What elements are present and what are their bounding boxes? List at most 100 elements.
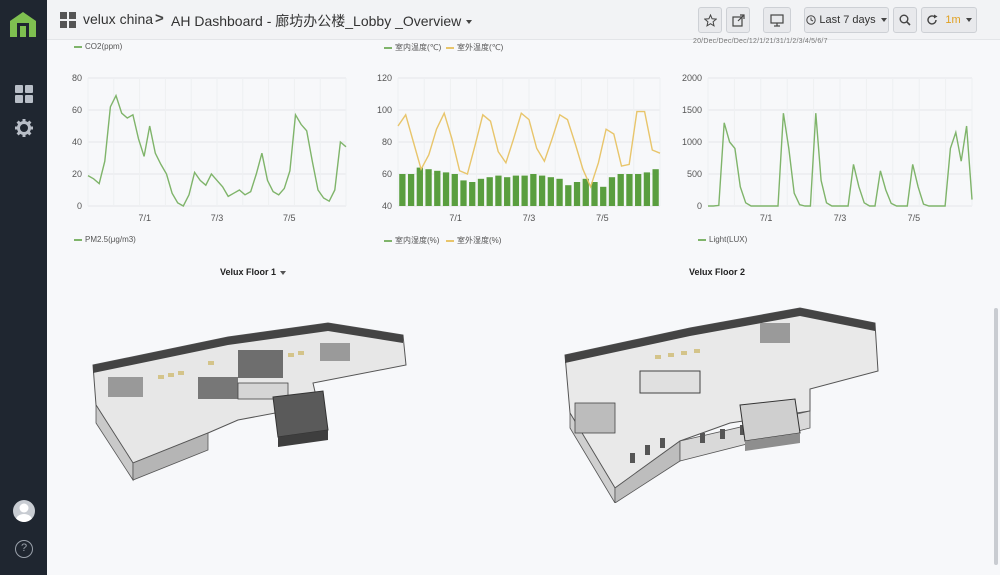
bar[interactable] — [626, 174, 633, 206]
bar[interactable] — [556, 178, 563, 206]
legend-label: 室内温度(℃) — [395, 43, 442, 52]
share-icon — [731, 13, 745, 27]
bar[interactable] — [434, 170, 441, 206]
legend-label: CO2(ppm) — [85, 42, 123, 51]
breadcrumb-org[interactable]: velux china — [83, 11, 153, 27]
legend-outdoor-humidity[interactable]: 室外湿度(%) — [446, 235, 501, 246]
bar[interactable] — [521, 175, 528, 206]
legend-indoor-temp[interactable]: 室内温度(℃) — [384, 42, 441, 53]
bar[interactable] — [547, 177, 554, 206]
bar[interactable] — [477, 178, 485, 206]
y-tick-label: 60 — [72, 105, 82, 115]
bar[interactable] — [425, 169, 432, 206]
bar[interactable] — [486, 177, 493, 206]
legend-swatch — [384, 46, 392, 49]
bar[interactable] — [608, 177, 616, 206]
x-tick-label: 7/5 — [283, 213, 296, 223]
floor1-title[interactable]: Velux Floor 1 — [220, 267, 287, 277]
y-tick-label: 80 — [72, 73, 82, 83]
floor1-3d-plan[interactable] — [88, 295, 428, 495]
avatar[interactable] — [13, 500, 35, 522]
logo-icon[interactable] — [8, 10, 38, 38]
top-navbar: velux china > AH Dashboard - 廊坊办公楼_Lobby… — [47, 0, 1000, 40]
y-tick-label: 1500 — [682, 105, 702, 115]
bar[interactable] — [460, 180, 467, 206]
y-tick-label: 2000 — [682, 73, 702, 83]
x-tick-label: 7/5 — [596, 213, 609, 223]
dashboard-title[interactable]: AH Dashboard - 廊坊办公楼_Lobby _Overview — [171, 11, 473, 31]
bar[interactable] — [565, 185, 572, 206]
bar[interactable] — [469, 182, 476, 206]
y-tick-label: 0 — [77, 201, 82, 211]
bar[interactable] — [495, 175, 502, 206]
bar[interactable] — [407, 174, 415, 206]
tv-icon — [770, 13, 784, 27]
star-icon — [703, 13, 717, 27]
tv-mode-button[interactable] — [763, 7, 791, 33]
breadcrumb-separator: > — [155, 10, 164, 27]
legend-indoor-humidity[interactable]: 室内湿度(%) — [384, 235, 439, 246]
time-range-picker[interactable]: Last 7 days — [804, 7, 889, 33]
sidebar: ? — [0, 0, 47, 575]
legend-swatch — [446, 46, 454, 49]
dashboards-icon[interactable] — [14, 84, 34, 104]
x-tick-label: 7/1 — [760, 213, 773, 223]
bar[interactable] — [512, 175, 520, 206]
legend-outdoor-temp[interactable]: 室外温度(℃) — [446, 42, 503, 53]
bar[interactable] — [617, 174, 624, 206]
bar[interactable] — [416, 167, 423, 206]
refresh-interval-label: 1m — [945, 14, 961, 26]
bar[interactable] — [643, 172, 651, 206]
x-tick-label: 7/3 — [834, 213, 847, 223]
x-tick-label: 7/3 — [211, 213, 224, 223]
y-tick-label: 1000 — [682, 137, 702, 147]
bar[interactable] — [538, 175, 546, 206]
bar[interactable] — [591, 182, 598, 206]
bar[interactable] — [652, 169, 659, 206]
help-icon[interactable]: ? — [15, 540, 33, 558]
settings-icon[interactable] — [14, 118, 34, 138]
bar[interactable] — [573, 182, 581, 206]
dashboard-title-text: AH Dashboard - 廊坊办公楼_Lobby _Overview — [171, 13, 462, 29]
y-tick-label: 60 — [382, 169, 392, 179]
zoom-out-button[interactable] — [893, 7, 917, 33]
floor2-title: Velux Floor 2 — [689, 267, 745, 277]
star-button[interactable] — [698, 7, 722, 33]
y-tick-label: 40 — [382, 201, 392, 211]
floor2-annex — [739, 398, 801, 451]
legend-swatch — [74, 238, 82, 241]
scrollbar-thumb[interactable] — [994, 308, 998, 565]
y-tick-label: 40 — [72, 137, 82, 147]
bar[interactable] — [442, 172, 450, 206]
bar[interactable] — [504, 177, 511, 206]
refresh-picker[interactable]: 1m — [921, 7, 977, 33]
chevron-down-icon — [880, 18, 887, 23]
legend-label: PM2.5(μg/m3) — [85, 235, 136, 244]
x-tick-label: 7/1 — [139, 213, 152, 223]
y-tick-label: 100 — [377, 105, 392, 115]
y-tick-label: 120 — [377, 73, 392, 83]
bar[interactable] — [600, 186, 607, 206]
share-button[interactable] — [726, 7, 750, 33]
y-tick-label: 20 — [72, 169, 82, 179]
legend-swatch — [698, 238, 706, 241]
panel-faded-header: 20/Dec/Dec/Dec/12/1/21/31/1/2/3/4/5/6/7 — [693, 38, 828, 45]
legend-co2[interactable]: CO2(ppm) — [74, 42, 122, 51]
bar[interactable] — [582, 178, 589, 206]
legend-swatch — [74, 45, 82, 48]
bar[interactable] — [451, 174, 458, 206]
floor2-3d-plan[interactable] — [560, 293, 890, 503]
y-tick-label: 0 — [697, 201, 702, 211]
legend-label: Light(LUX) — [709, 235, 748, 244]
legend-light[interactable]: Light(LUX) — [698, 235, 747, 244]
legend-pm25[interactable]: PM2.5(μg/m3) — [74, 235, 136, 244]
bar[interactable] — [530, 174, 537, 206]
floor2-title-text: Velux Floor 2 — [689, 267, 746, 277]
chevron-down-icon — [280, 270, 287, 275]
chevron-down-icon — [466, 20, 473, 25]
bar[interactable] — [399, 174, 406, 206]
legend-swatch — [446, 239, 454, 242]
refresh-icon — [927, 14, 938, 25]
clock-icon — [806, 15, 817, 25]
bar[interactable] — [635, 174, 642, 206]
